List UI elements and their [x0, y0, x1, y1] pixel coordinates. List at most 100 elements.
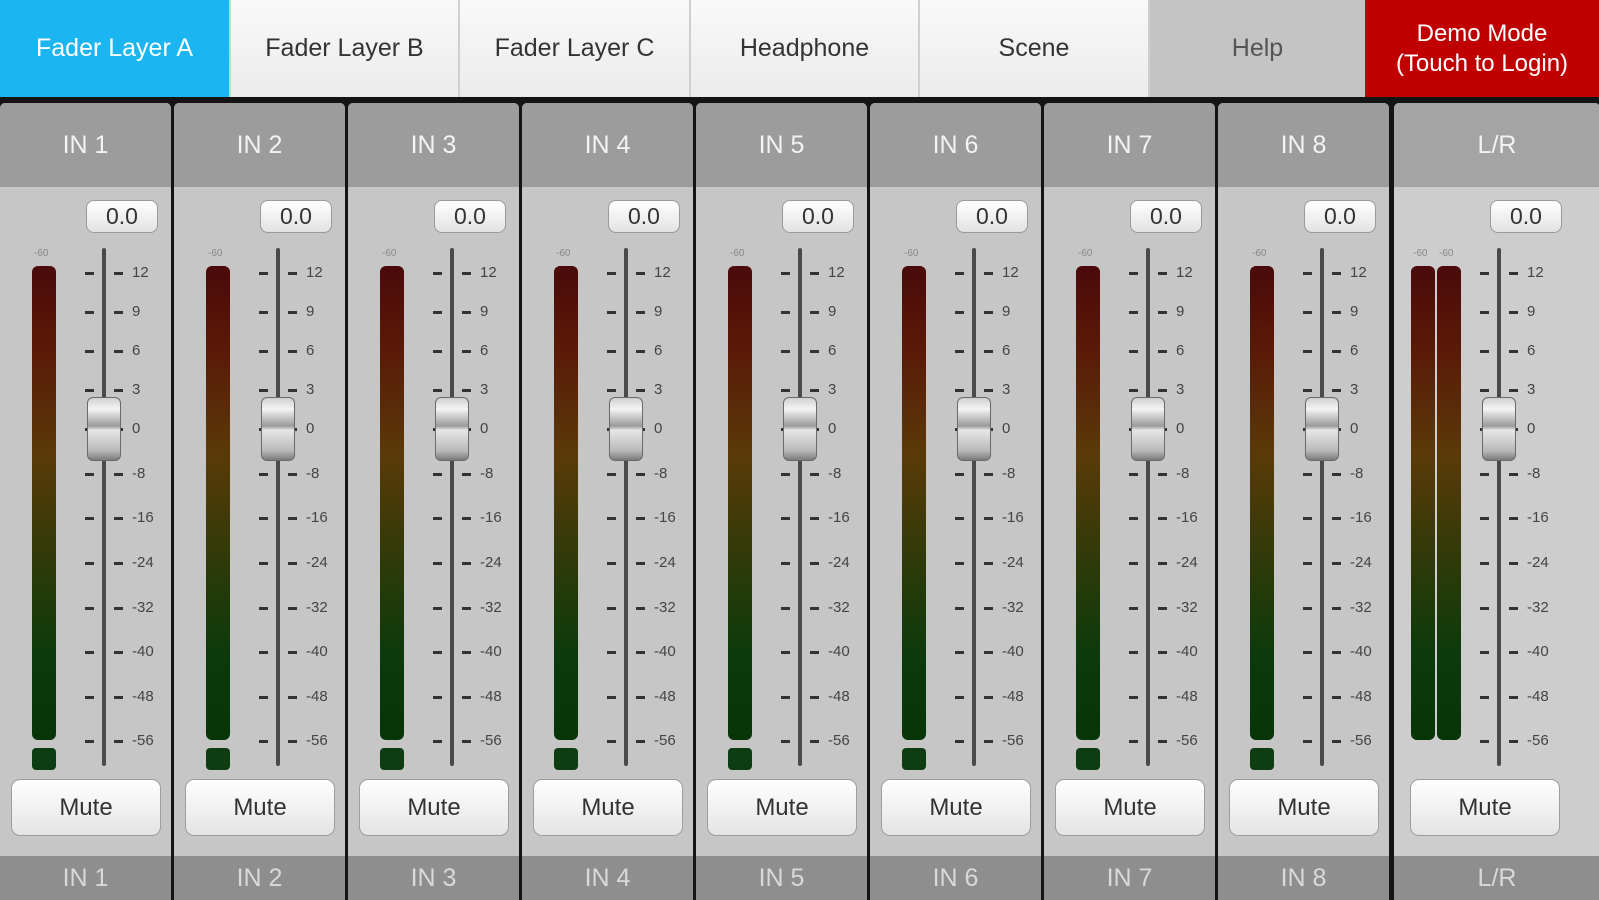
scale-tick — [984, 272, 993, 275]
demo-mode-label: Demo Mode — [1416, 19, 1548, 47]
scale-tick — [433, 696, 442, 699]
level-meter — [1076, 266, 1100, 740]
gain-value[interactable]: 0.0 — [956, 200, 1028, 233]
scale-label: -24 — [1350, 554, 1372, 571]
fader-handle[interactable] — [1131, 397, 1165, 461]
mute-button[interactable]: Mute — [707, 779, 857, 836]
channel-footer-label: IN 8 — [1218, 856, 1389, 900]
scale-tick — [1129, 272, 1138, 275]
channel-name[interactable]: IN 3 — [348, 103, 519, 187]
scale-tick — [1480, 740, 1489, 743]
mute-button[interactable]: Mute — [11, 779, 161, 836]
fader-handle[interactable] — [783, 397, 817, 461]
meter-clip-indicator — [1076, 748, 1100, 770]
fader-handle[interactable] — [957, 397, 991, 461]
scale-tick — [114, 651, 123, 654]
tab-scene[interactable]: Scene — [920, 0, 1150, 97]
channel-strip: IN 1 0.0 -60 12 9 6 3 0 -8 -16 -24 -32 -40 -48 -56 Mute… — [0, 103, 171, 900]
scale-tick — [781, 350, 790, 353]
scale-label: 12 — [1002, 264, 1019, 281]
scale-tick — [1158, 740, 1167, 743]
scale-label: -32 — [132, 599, 154, 616]
scale-tick — [462, 517, 471, 520]
mute-button[interactable]: Mute — [1410, 779, 1560, 836]
tab-fader-layer-b[interactable]: Fader Layer B — [231, 0, 460, 97]
scale-tick — [984, 696, 993, 699]
scale-tick — [85, 389, 94, 392]
scale-tick — [607, 272, 616, 275]
tab-fader-layer-a[interactable]: Fader Layer A — [0, 0, 231, 97]
scale-tick — [1303, 517, 1312, 520]
scale-tick — [1509, 517, 1518, 520]
channel-name[interactable]: IN 6 — [870, 103, 1041, 187]
scale-tick — [1129, 696, 1138, 699]
meter-clip-indicator — [380, 748, 404, 770]
meter-peak-label: -60 — [1252, 248, 1267, 259]
demo-mode-login-button[interactable]: Demo Mode (Touch to Login) — [1365, 0, 1599, 97]
scale-tick — [1509, 311, 1518, 314]
channel-name[interactable]: L/R — [1394, 103, 1599, 187]
fader-handle[interactable] — [87, 397, 121, 461]
scale-tick — [1509, 350, 1518, 353]
scale-tick — [288, 607, 297, 610]
fader-handle[interactable] — [261, 397, 295, 461]
channel-name[interactable]: IN 7 — [1044, 103, 1215, 187]
scale-label: -32 — [1527, 599, 1549, 616]
scale-label: -56 — [132, 732, 154, 749]
tab-help[interactable]: Help — [1150, 0, 1365, 97]
scale-label: -48 — [132, 688, 154, 705]
fader-handle[interactable] — [1305, 397, 1339, 461]
mute-button[interactable]: Mute — [359, 779, 509, 836]
gain-value[interactable]: 0.0 — [1304, 200, 1376, 233]
scale-label: -16 — [1176, 509, 1198, 526]
gain-value[interactable]: 0.0 — [434, 200, 506, 233]
scale-label: 6 — [480, 342, 489, 359]
gain-value[interactable]: 0.0 — [86, 200, 158, 233]
channel-name[interactable]: IN 2 — [174, 103, 345, 187]
mute-button[interactable]: Mute — [1055, 779, 1205, 836]
channel-name[interactable]: IN 4 — [522, 103, 693, 187]
scale-tick — [462, 272, 471, 275]
scale-tick — [462, 740, 471, 743]
scale-tick — [1332, 311, 1341, 314]
scale-label: -8 — [306, 465, 320, 482]
scale-tick — [259, 696, 268, 699]
channel-name[interactable]: IN 1 — [0, 103, 171, 187]
fader-handle[interactable] — [435, 397, 469, 461]
channel-footer-label: L/R — [1394, 856, 1599, 900]
level-meter — [902, 266, 926, 740]
scale-tick — [636, 473, 645, 476]
meter-clip-indicator — [206, 748, 230, 770]
channel-name[interactable]: IN 8 — [1218, 103, 1389, 187]
scale-label: 9 — [1350, 303, 1359, 320]
scale-tick — [1480, 311, 1489, 314]
mute-button[interactable]: Mute — [185, 779, 335, 836]
top-tab-bar: Fader Layer A Fader Layer B Fader Layer … — [0, 0, 1599, 97]
scale-tick — [607, 607, 616, 610]
scale-tick — [1158, 696, 1167, 699]
scale-label: -32 — [1002, 599, 1024, 616]
gain-value[interactable]: 0.0 — [1490, 200, 1562, 233]
channel-name[interactable]: IN 5 — [696, 103, 867, 187]
tab-fader-layer-c[interactable]: Fader Layer C — [460, 0, 691, 97]
mute-button[interactable]: Mute — [1229, 779, 1379, 836]
fader-handle[interactable] — [609, 397, 643, 461]
scale-tick — [781, 562, 790, 565]
scale-tick — [1129, 517, 1138, 520]
channel-strip: IN 8 0.0 -60 12 9 6 3 0 -8 -16 -24 -32 -40 -48 -56 Mute… — [1218, 103, 1389, 900]
scale-tick — [114, 562, 123, 565]
scale-label: 9 — [480, 303, 489, 320]
mute-button[interactable]: Mute — [881, 779, 1031, 836]
scale-label: 12 — [1176, 264, 1193, 281]
scale-tick — [433, 607, 442, 610]
tab-headphone[interactable]: Headphone — [691, 0, 920, 97]
gain-value[interactable]: 0.0 — [608, 200, 680, 233]
scale-label: 3 — [306, 381, 315, 398]
gain-value[interactable]: 0.0 — [1130, 200, 1202, 233]
gain-value[interactable]: 0.0 — [260, 200, 332, 233]
scale-tick — [259, 607, 268, 610]
mute-button[interactable]: Mute — [533, 779, 683, 836]
gain-value[interactable]: 0.0 — [782, 200, 854, 233]
scale-tick — [607, 350, 616, 353]
fader-handle[interactable] — [1482, 397, 1516, 461]
